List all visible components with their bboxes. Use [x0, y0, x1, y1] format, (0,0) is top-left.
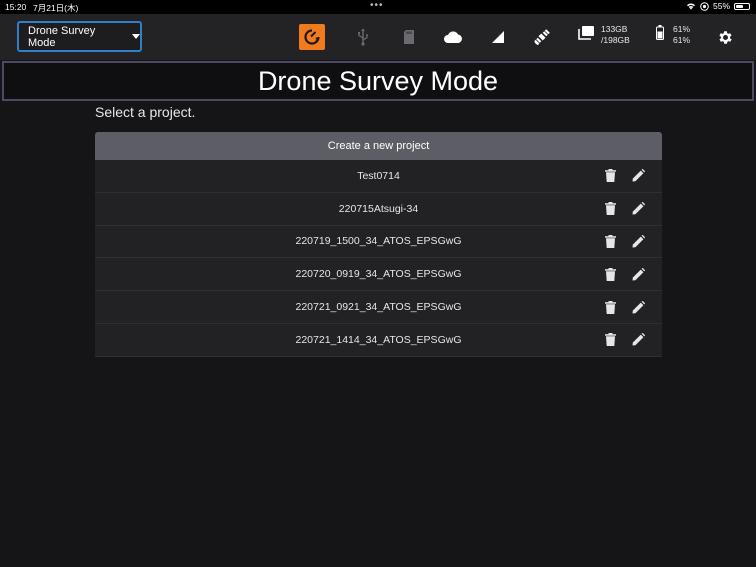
- trash-icon[interactable]: [602, 266, 618, 282]
- storage-total: /198GB: [601, 35, 630, 45]
- pencil-icon[interactable]: [630, 168, 646, 184]
- create-project-button[interactable]: Create a new project: [95, 132, 662, 160]
- trash-icon[interactable]: [602, 332, 618, 348]
- trash-icon[interactable]: [602, 233, 618, 249]
- location-icon: [700, 1, 709, 11]
- select-project-prompt: Select a project.: [95, 104, 196, 120]
- wifi-icon: [686, 2, 696, 10]
- battery-icon: [734, 2, 750, 10]
- satellite-icon[interactable]: [529, 24, 555, 50]
- project-row[interactable]: 220719_1500_34_ATOS_EPSGwG: [95, 225, 662, 259]
- mode-select[interactable]: Drone Survey Mode: [17, 21, 142, 52]
- project-name: Test0714: [357, 169, 400, 182]
- battery-percent: 55%: [712, 1, 730, 11]
- usb-icon[interactable]: [350, 24, 376, 50]
- trash-icon[interactable]: [602, 299, 618, 315]
- caret-down-icon: [132, 34, 140, 39]
- project-row[interactable]: 220720_0919_34_ATOS_EPSGwG: [95, 258, 662, 292]
- multitasking-dots-icon[interactable]: •••: [370, 0, 384, 11]
- cloud-icon[interactable]: [440, 24, 466, 50]
- aircraft-battery-indicator[interactable]: 61% 61%: [656, 24, 690, 46]
- signal-icon[interactable]: [485, 24, 511, 50]
- page-title: Drone Survey Mode: [257, 65, 499, 96]
- project-name: 220720_0919_34_ATOS_EPSGwG: [295, 268, 462, 281]
- top-toolbar: Drone Survey Mode 133GB /198GB 61% 61%: [0, 14, 756, 60]
- trash-icon[interactable]: [602, 201, 618, 217]
- project-row[interactable]: 220721_0921_34_ATOS_EPSGwG: [95, 291, 662, 324]
- gear-icon[interactable]: [712, 24, 738, 50]
- system-status-bar: 15:20 7月21日(木) ••• 55%: [0, 0, 756, 14]
- project-name: 220721_1414_34_ATOS_EPSGwG: [295, 333, 462, 346]
- project-row[interactable]: 220715Atsugi-34: [95, 192, 662, 226]
- project-name: 220715Atsugi-34: [338, 202, 419, 215]
- pencil-icon[interactable]: [630, 233, 646, 249]
- project-name: 220721_0921_34_ATOS_EPSGwG: [295, 301, 462, 314]
- page-title-bar: Drone Survey Mode: [2, 61, 754, 101]
- drone-connection-icon[interactable]: [299, 24, 325, 50]
- project-list: Create a new project Test0714 220715Atsu…: [95, 132, 662, 357]
- battery-level-2: 61%: [673, 35, 691, 45]
- project-row[interactable]: 220721_1414_34_ATOS_EPSGwG: [95, 323, 662, 357]
- status-time: 15:20: [5, 2, 27, 12]
- mode-select-value: Drone Survey Mode: [28, 24, 96, 49]
- sd-card-icon[interactable]: [396, 24, 422, 50]
- storage-used: 133GB: [601, 24, 628, 34]
- project-row[interactable]: Test0714: [95, 160, 662, 193]
- project-name: 220719_1500_34_ATOS_EPSGwG: [295, 235, 462, 248]
- pencil-icon[interactable]: [630, 266, 646, 282]
- trash-icon[interactable]: [602, 168, 618, 184]
- pencil-icon[interactable]: [630, 332, 646, 348]
- battery-icon: [656, 25, 664, 45]
- pencil-icon[interactable]: [630, 201, 646, 217]
- battery-level-1: 61%: [673, 24, 691, 34]
- status-date: 7月21日(木): [33, 3, 79, 13]
- storage-indicator[interactable]: 133GB /198GB: [578, 24, 630, 46]
- storage-icon: [578, 25, 595, 45]
- pencil-icon[interactable]: [630, 299, 646, 315]
